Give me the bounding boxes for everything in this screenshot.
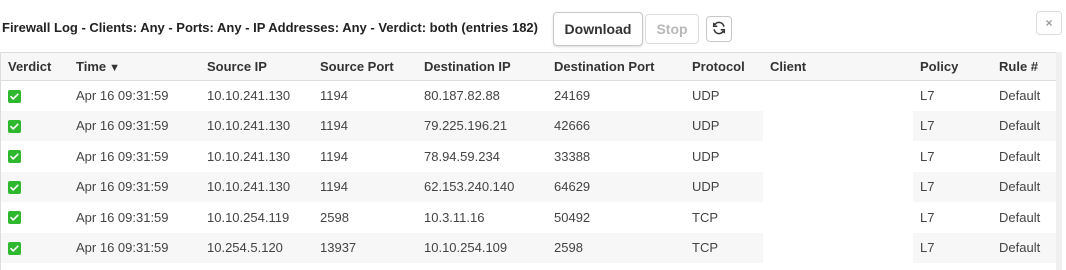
- table-row[interactable]: Apr 16 09:31:59 10.10.254.119 2598 10.3.11.…: [1, 202, 1061, 233]
- time-cell: Apr 16 09:31:59: [69, 110, 200, 141]
- policy-cell: L7: [920, 148, 935, 164]
- column-header-time-label: Time: [76, 58, 107, 74]
- destination-ip-cell: 10.3.11.16: [424, 209, 485, 225]
- protocol-cell: UDP: [685, 110, 763, 141]
- client-cell: [763, 110, 913, 141]
- destination-port-cell: 33388: [554, 148, 591, 164]
- policy-cell: L7: [920, 88, 935, 103]
- source-ip-cell: 10.254.5.120: [200, 232, 313, 263]
- rule-cell: Default: [992, 171, 1061, 202]
- time-cell: Apr 16 09:31:59: [76, 148, 169, 164]
- table-row[interactable]: Apr 16 09:31:59 10.10.241.130 1194 79.225.1…: [1, 110, 1061, 141]
- source-port-cell: 1194: [313, 110, 417, 141]
- destination-ip-cell: 62.153.240.140: [417, 171, 547, 202]
- protocol-cell: UDP: [692, 148, 720, 164]
- column-header-verdict[interactable]: Verdict: [1, 53, 69, 81]
- table-row[interactable]: Apr 16 09:31:59 10.10.241.130 1194 62.153.2…: [1, 171, 1061, 202]
- protocol-cell: UDP: [685, 171, 763, 202]
- close-button[interactable]: ×: [1036, 11, 1062, 35]
- destination-port-cell: 2598: [547, 232, 685, 263]
- policy-cell: L7: [913, 110, 992, 141]
- page-title: Firewall Log - Clients: Any - Ports: Any…: [2, 20, 538, 35]
- time-cell: Apr 16 09:31:59: [76, 88, 169, 103]
- destination-ip-cell: 80.187.82.88: [424, 88, 500, 103]
- client-cell: [763, 202, 913, 233]
- verdict-cell: [1, 202, 69, 233]
- destination-port-cell: 24169: [554, 88, 591, 103]
- firewall-log-table: Verdict Time ▼ Source IP Source Port Dest…: [0, 52, 1062, 270]
- column-header-source-port[interactable]: Source Port: [313, 53, 417, 81]
- destination-ip-cell: 79.225.196.21: [417, 110, 547, 141]
- table-row[interactable]: Apr 16 09:31:59 10.10.241.130 1194 80.187.8…: [1, 80, 1061, 111]
- verdict-cell: [1, 110, 69, 141]
- destination-port-cell: 42666: [547, 110, 685, 141]
- time-cell: Apr 16 09:31:59: [76, 209, 169, 225]
- source-port-cell: 2598: [320, 209, 349, 225]
- download-button[interactable]: Download: [553, 12, 643, 46]
- verdict-cell: [1, 232, 69, 263]
- check-icon: [8, 241, 21, 255]
- close-icon: ×: [1045, 16, 1053, 30]
- table-row[interactable]: Apr 16 09:31:59 10.10.241.130 1194 78.94.59…: [1, 141, 1061, 172]
- client-cell: [763, 80, 913, 111]
- stop-button[interactable]: Stop: [645, 14, 699, 44]
- protocol-cell: TCP: [685, 232, 763, 263]
- source-ip-cell: 10.10.241.130: [207, 88, 291, 103]
- time-cell: Apr 16 09:31:59: [69, 232, 200, 263]
- time-cell: Apr 16 09:31:59: [69, 171, 200, 202]
- table-header-row: Verdict Time ▼ Source IP Source Port Dest…: [1, 53, 1061, 81]
- source-port-cell: 1194: [313, 171, 417, 202]
- source-ip-cell: 10.10.241.130: [207, 148, 291, 164]
- destination-ip-cell: 10.10.254.109: [417, 232, 547, 263]
- rule-cell: Default: [999, 209, 1041, 225]
- column-header-protocol[interactable]: Protocol: [685, 53, 763, 81]
- column-header-time[interactable]: Time ▼: [69, 53, 200, 81]
- verdict-cell: [1, 171, 69, 202]
- check-icon: [8, 89, 21, 103]
- column-header-source-ip[interactable]: Source IP: [200, 53, 313, 81]
- source-ip-cell: 10.10.241.130: [200, 110, 313, 141]
- destination-port-cell: 50492: [554, 209, 591, 225]
- refresh-button[interactable]: [706, 16, 732, 42]
- source-port-cell: 13937: [313, 232, 417, 263]
- column-header-destination-ip[interactable]: Destination IP: [417, 53, 547, 81]
- client-cell: [763, 232, 913, 263]
- log-header: Firewall Log - Clients: Any - Ports: Any…: [0, 12, 1066, 46]
- table-scrollbar[interactable]: [1056, 52, 1062, 270]
- policy-cell: L7: [913, 171, 992, 202]
- source-port-cell: 1194: [320, 148, 348, 164]
- check-icon: [8, 119, 21, 133]
- destination-ip-cell: 78.94.59.234: [424, 148, 500, 164]
- policy-cell: L7: [920, 209, 935, 225]
- rule-cell: Default: [992, 232, 1061, 263]
- rule-cell: Default: [999, 148, 1041, 164]
- client-cell: [763, 141, 913, 172]
- check-icon: [8, 150, 21, 164]
- verdict-cell: [1, 141, 69, 172]
- source-port-cell: 1194: [320, 88, 348, 103]
- rule-cell: Default: [992, 110, 1061, 141]
- column-header-rule[interactable]: Rule #: [992, 53, 1061, 81]
- client-cell: [763, 171, 913, 202]
- rule-cell: Default: [999, 88, 1041, 103]
- destination-port-cell: 64629: [547, 171, 685, 202]
- protocol-cell: UDP: [692, 88, 720, 103]
- sort-desc-icon: ▼: [109, 61, 120, 74]
- table-row[interactable]: Apr 16 09:31:59 10.254.5.120 13937 10.10.25…: [1, 232, 1061, 263]
- protocol-cell: TCP: [692, 209, 718, 225]
- column-header-destination-port[interactable]: Destination Port: [547, 53, 685, 81]
- check-icon: [8, 211, 21, 225]
- source-ip-cell: 10.10.254.119: [207, 209, 290, 225]
- source-ip-cell: 10.10.241.130: [200, 171, 313, 202]
- column-header-client[interactable]: Client: [763, 53, 913, 81]
- verdict-cell: [1, 80, 69, 111]
- check-icon: [8, 180, 21, 194]
- policy-cell: L7: [913, 232, 992, 263]
- refresh-icon: [712, 21, 726, 38]
- column-header-policy[interactable]: Policy: [913, 53, 992, 81]
